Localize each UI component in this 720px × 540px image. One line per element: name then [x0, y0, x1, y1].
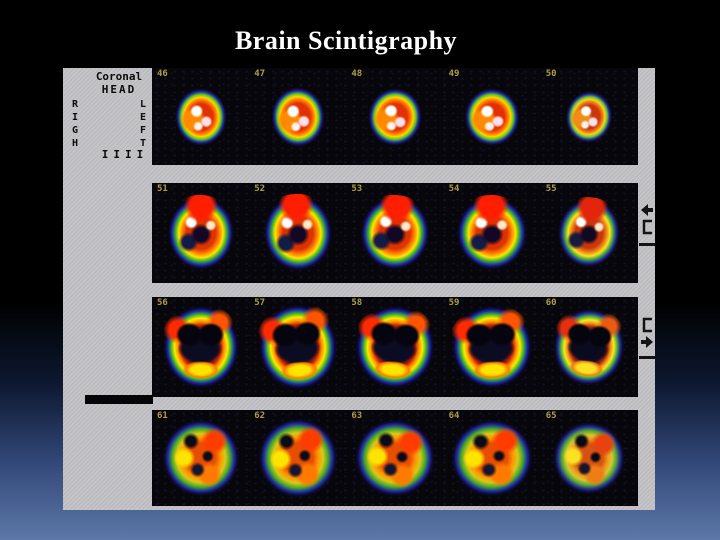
- scan-cell: 58: [346, 297, 443, 397]
- frame-number: 57: [254, 298, 266, 308]
- orientation-letter: I: [71, 112, 79, 123]
- scan-cell: 63: [346, 410, 443, 506]
- brain-scan-image: [165, 195, 236, 271]
- orientation-right-label: R I G H: [69, 98, 81, 150]
- frame-number: 50: [545, 69, 557, 79]
- brain-scan-image: [545, 414, 634, 502]
- arrow-right-bracket-icon: [639, 316, 655, 362]
- frame-number: 58: [351, 298, 363, 308]
- brain-scan-image: [462, 86, 522, 147]
- frame-number: 64: [448, 411, 460, 421]
- frame-number: 62: [254, 411, 266, 421]
- scan-cell: 59: [444, 297, 541, 397]
- brain-scan-image: [545, 301, 634, 393]
- brain-scan-image: [251, 411, 344, 505]
- frame-number: 47: [254, 69, 266, 79]
- orientation-letter: H: [71, 138, 79, 149]
- orientation-left-label: L E F T: [137, 98, 149, 150]
- slide-background: Brain Scintigraphy Coronal HEAD R I G H …: [0, 0, 720, 540]
- orientation-letter: L: [139, 99, 147, 110]
- brain-scan-image: [267, 84, 328, 149]
- brain-scan-image: [552, 193, 627, 273]
- scan-cell: 48: [346, 68, 443, 165]
- scan-row-2: 51 52 53 54 55: [152, 183, 638, 283]
- calibration-ticks: IIII: [101, 148, 149, 161]
- frame-number: 51: [157, 184, 168, 194]
- scan-cell: 49: [444, 68, 541, 165]
- scan-cell: 50: [541, 68, 638, 165]
- panel-header: Coronal HEAD: [77, 70, 161, 96]
- scintigraphy-panel: Coronal HEAD R I G H L E F T IIII 46 47: [63, 68, 655, 510]
- frame-number: 54: [448, 184, 460, 194]
- brain-scan-image: [453, 193, 531, 273]
- frame-number: 49: [448, 69, 460, 79]
- frame-number: 52: [254, 184, 266, 194]
- orientation-letter: G: [71, 125, 79, 136]
- scan-cell: 52: [249, 183, 346, 283]
- brain-scan-image: [158, 416, 243, 500]
- scan-cell: 47: [249, 68, 346, 165]
- scan-cell: 54: [444, 183, 541, 283]
- frame-number: 48: [351, 69, 363, 79]
- brain-scan-image: [259, 191, 337, 275]
- scan-cell: 64: [444, 410, 541, 506]
- frame-number: 46: [157, 69, 168, 79]
- scan-row-1: 46 47 48 49 50: [152, 68, 638, 165]
- scan-cell: 65: [541, 410, 638, 506]
- scan-cell: 55: [541, 183, 638, 283]
- brain-scan-image: [251, 298, 345, 396]
- scan-cell: 57: [249, 297, 346, 397]
- brain-scan-image: [347, 299, 443, 395]
- orientation-letter: R: [71, 99, 79, 110]
- brain-scan-image: [560, 86, 618, 147]
- slide-title: Brain Scintigraphy: [234, 26, 458, 55]
- panel-header-region: HEAD: [101, 83, 137, 96]
- frame-number: 59: [448, 298, 460, 308]
- frame-number: 65: [545, 411, 557, 421]
- panel-header-plane: Coronal: [95, 70, 143, 83]
- scan-row-3: 56 57 58 59 60: [152, 297, 638, 397]
- frame-number: 63: [351, 411, 363, 421]
- brain-scan-image: [158, 303, 243, 391]
- brain-scan-image: [347, 412, 443, 504]
- frame-number: 60: [545, 298, 557, 308]
- brain-scan-image: [364, 85, 426, 148]
- scan-cell: 62: [249, 410, 346, 506]
- scan-cell: 60: [541, 297, 638, 397]
- scan-cell: 56: [152, 297, 249, 397]
- scan-cell: 51: [152, 183, 249, 283]
- frame-number: 61: [157, 411, 168, 421]
- brain-scan-image: [446, 301, 539, 393]
- orientation-letter: F: [139, 125, 147, 136]
- scan-row-4: 61 62 63 64 65: [152, 410, 638, 506]
- brain-scan-image: [173, 87, 228, 146]
- orientation-letter: E: [139, 112, 147, 123]
- frame-number: 56: [157, 298, 168, 308]
- frame-number: 55: [545, 184, 557, 194]
- frame-number: 53: [351, 184, 363, 194]
- scan-cell: 46: [152, 68, 249, 165]
- scan-cell: 61: [152, 410, 249, 506]
- arrow-left-bracket-icon: [639, 203, 655, 249]
- brain-scan-image: [446, 414, 539, 502]
- brain-scan-image: [355, 191, 435, 275]
- scan-cell: 53: [346, 183, 443, 283]
- scan-frame-artifact: [85, 395, 153, 404]
